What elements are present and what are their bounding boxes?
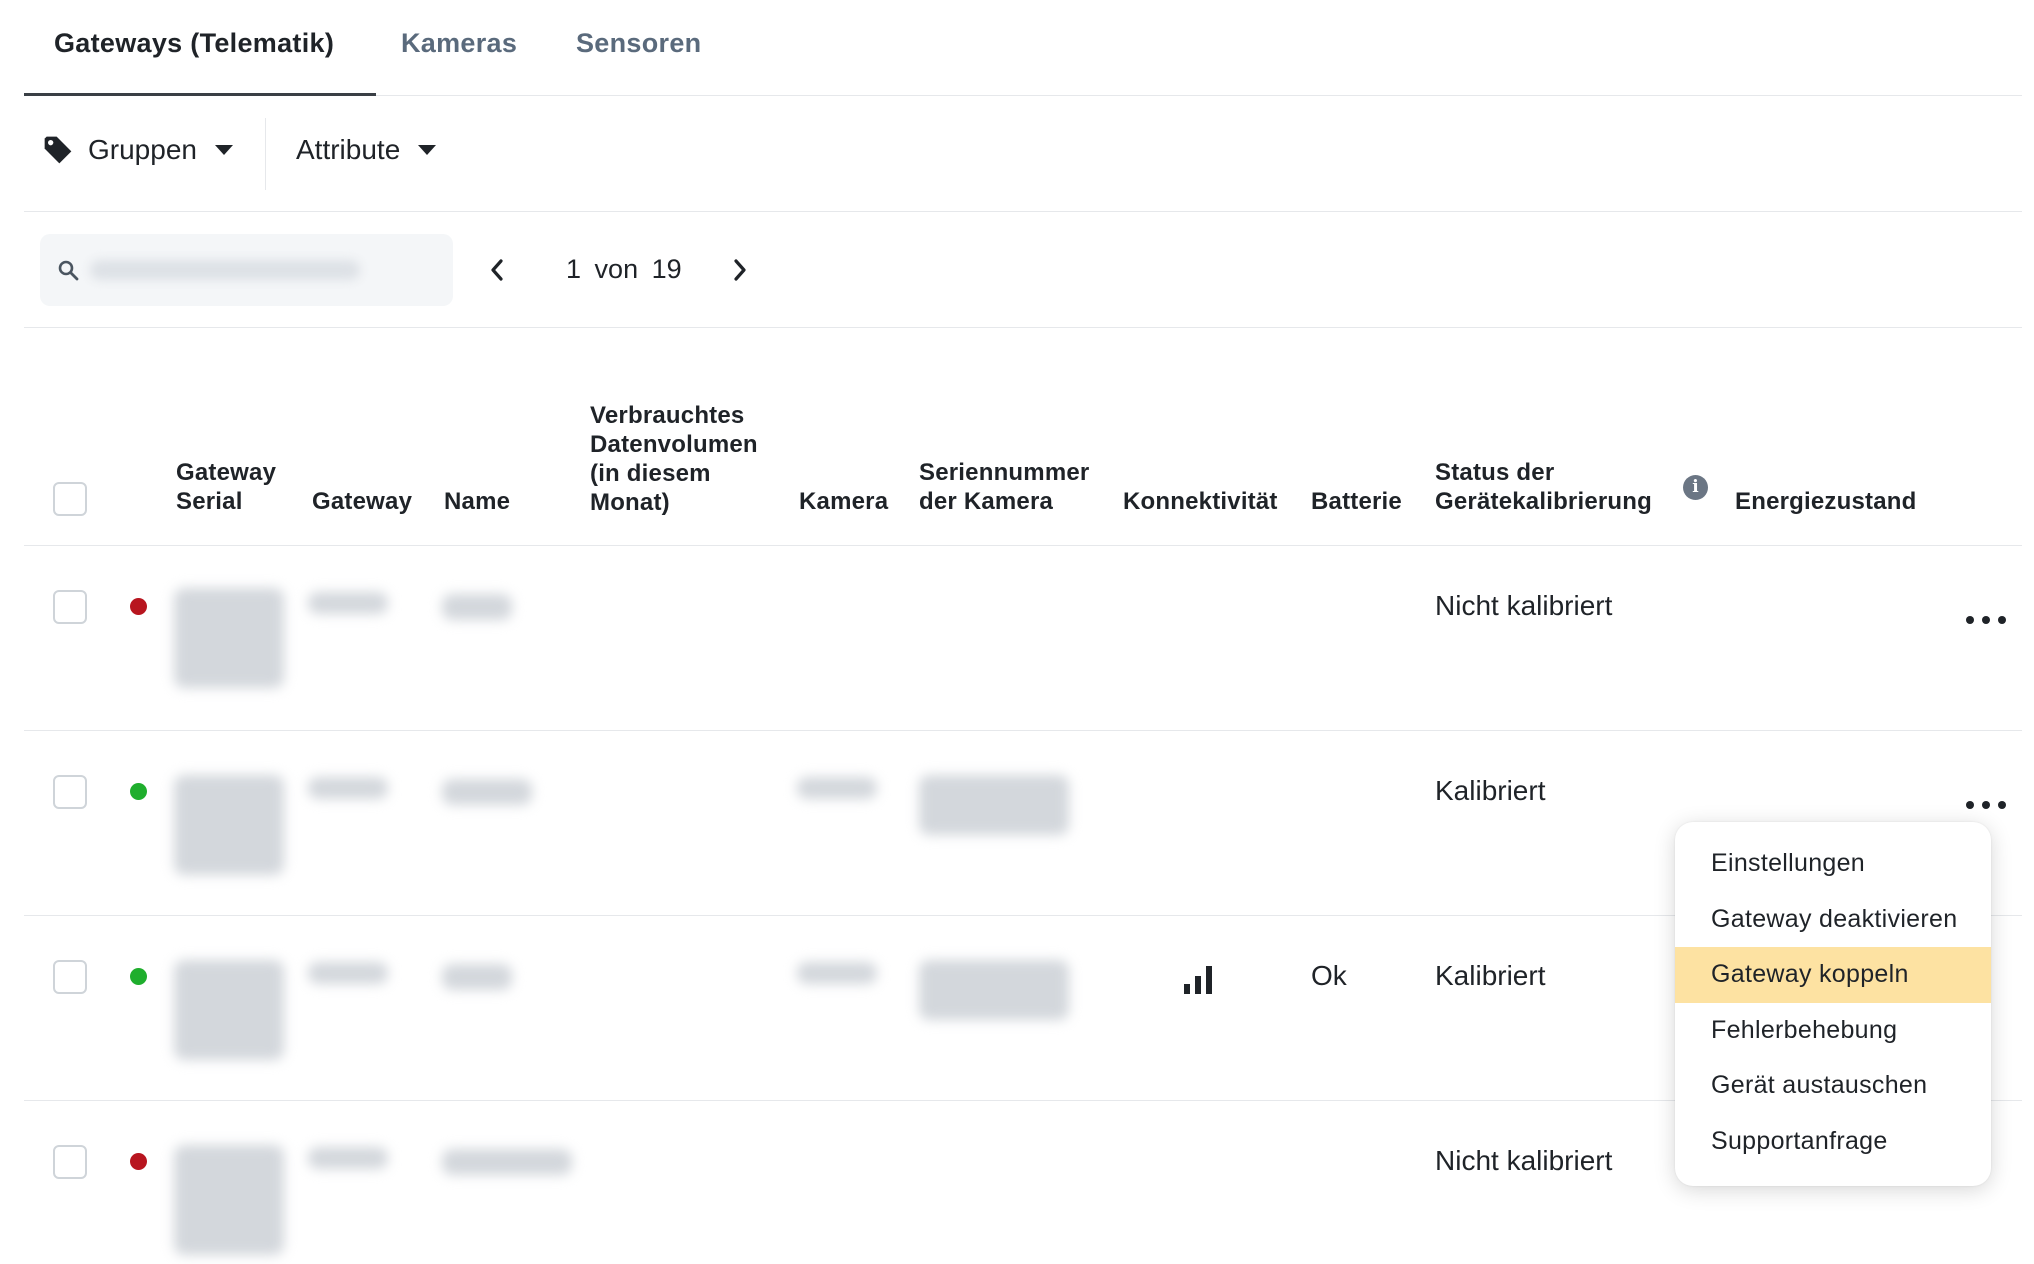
- row-checkbox[interactable]: [53, 1145, 87, 1179]
- name-redacted: [442, 594, 512, 620]
- name-redacted: [442, 779, 532, 805]
- camera-redacted: [797, 962, 877, 984]
- tab-gateways[interactable]: Gateways (Telematik): [54, 28, 334, 59]
- menu-item-settings[interactable]: Einstellungen: [1675, 836, 1991, 892]
- chevron-left-icon[interactable]: [486, 256, 508, 284]
- tab-cameras[interactable]: Kameras: [401, 28, 517, 59]
- header-calibration-status[interactable]: Status der Gerätekalibrierung: [1435, 458, 1652, 516]
- search-query-redacted: [90, 260, 360, 280]
- row-checkbox[interactable]: [53, 960, 87, 994]
- status-dot: [130, 783, 147, 800]
- pager-separator: von: [594, 254, 639, 284]
- signal-bars-icon: [1184, 966, 1212, 994]
- header-gateway-serial[interactable]: Gateway Serial: [176, 458, 276, 516]
- gateway-redacted: [308, 962, 388, 984]
- header-camera-serial[interactable]: Seriennummer der Kamera: [919, 458, 1089, 516]
- tab-bar: Gateways (Telematik) Kameras Sensoren: [24, 0, 2022, 96]
- filter-bar: Gruppen Attribute: [24, 96, 2022, 212]
- battery-status: Ok: [1311, 960, 1347, 991]
- header-name[interactable]: Name: [444, 487, 510, 516]
- gateway-serial-redacted: [174, 588, 284, 688]
- groups-filter-label: Gruppen: [88, 134, 197, 165]
- table-header: Gateway Serial Gateway Name Verbrauchtes…: [24, 328, 2022, 546]
- status-dot: [130, 598, 147, 615]
- caret-down-icon: [418, 145, 437, 155]
- select-all-checkbox[interactable]: [53, 482, 87, 516]
- gateway-serial-redacted: [174, 960, 284, 1060]
- search-input[interactable]: [40, 234, 453, 306]
- header-connectivity[interactable]: Konnektivität: [1123, 487, 1278, 516]
- camera-serial-redacted: [919, 775, 1069, 835]
- attributes-filter-label: Attribute: [296, 134, 401, 165]
- header-energy-state[interactable]: Energiezustand: [1735, 487, 1917, 516]
- pager-total: 19: [651, 254, 682, 284]
- gateway-serial-redacted: [174, 775, 284, 875]
- calibration-status: Kalibriert: [1435, 960, 1546, 991]
- menu-item-troubleshooting[interactable]: Fehlerbehebung: [1675, 1003, 1991, 1059]
- name-redacted: [442, 964, 512, 990]
- menu-item-support-request[interactable]: Supportanfrage: [1675, 1114, 1991, 1170]
- filter-divider: [265, 118, 266, 190]
- status-dot: [130, 1153, 147, 1170]
- gateway-redacted: [308, 1147, 388, 1169]
- tab-sensors[interactable]: Sensoren: [576, 28, 701, 59]
- calibration-status: Nicht kalibriert: [1435, 1145, 1613, 1176]
- row-checkbox[interactable]: [53, 775, 87, 809]
- groups-filter-button[interactable]: Gruppen: [42, 134, 233, 166]
- gateway-serial-redacted: [174, 1145, 284, 1255]
- attributes-filter-button[interactable]: Attribute: [296, 134, 437, 166]
- header-battery[interactable]: Batterie: [1311, 487, 1402, 516]
- row-actions-menu: Einstellungen Gateway deaktivieren Gatew…: [1675, 822, 1991, 1186]
- chevron-right-icon[interactable]: [729, 256, 751, 284]
- calibration-status: Kalibriert: [1435, 775, 1546, 806]
- gateway-redacted: [308, 592, 388, 614]
- table-row[interactable]: Nicht kalibriert: [24, 546, 2022, 731]
- header-camera[interactable]: Kamera: [799, 487, 888, 516]
- name-redacted: [442, 1149, 572, 1175]
- header-data-volume[interactable]: Verbrauchtes Datenvolumen (in diesem Mon…: [590, 401, 758, 517]
- menu-item-replace-device[interactable]: Gerät austauschen: [1675, 1058, 1991, 1114]
- more-options-icon[interactable]: [1966, 610, 2006, 630]
- row-checkbox[interactable]: [53, 590, 87, 624]
- search-pager-bar: 1 von 19: [24, 212, 2022, 328]
- search-icon: [58, 260, 79, 281]
- pager-current: 1: [566, 254, 582, 284]
- camera-redacted: [797, 777, 877, 799]
- info-icon[interactable]: i: [1683, 475, 1708, 500]
- gateway-redacted: [308, 777, 388, 799]
- caret-down-icon: [214, 145, 233, 155]
- camera-serial-redacted: [919, 960, 1069, 1020]
- tag-icon: [44, 136, 72, 164]
- menu-item-pair-gateway[interactable]: Gateway koppeln: [1675, 947, 1991, 1003]
- more-options-icon[interactable]: [1966, 795, 2006, 815]
- pager-status: 1 von 19: [566, 254, 682, 285]
- status-dot: [130, 968, 147, 985]
- menu-item-deactivate-gateway[interactable]: Gateway deaktivieren: [1675, 892, 1991, 948]
- calibration-status: Nicht kalibriert: [1435, 590, 1613, 621]
- header-gateway[interactable]: Gateway: [312, 487, 412, 516]
